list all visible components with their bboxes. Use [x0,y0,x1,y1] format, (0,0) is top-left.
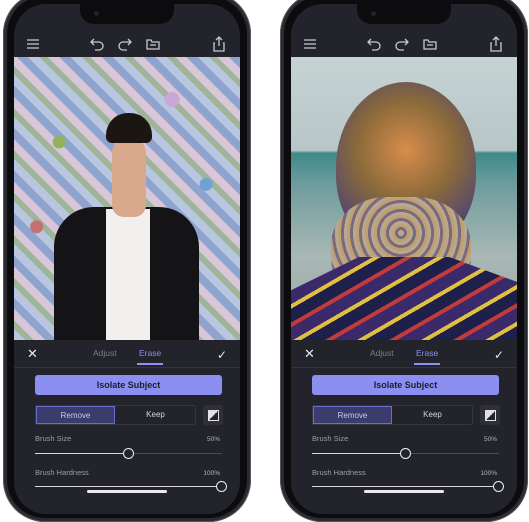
brush-hardness-slider[interactable] [312,481,504,492]
share-icon[interactable] [211,36,227,52]
phone-notch [80,4,174,24]
keep-button[interactable]: Keep [393,406,472,424]
undo-icon[interactable] [366,36,382,52]
brush-size-value: 50% [206,436,220,443]
tab-erase[interactable]: Erase [413,348,441,365]
brush-size-slider[interactable] [312,448,499,459]
menu-icon[interactable] [25,36,41,52]
brush-size-label: Brush Size [35,434,72,443]
redo-icon[interactable] [394,36,410,52]
brush-size-value: 50% [483,436,497,443]
check-icon[interactable]: ✓ [217,348,227,362]
slider-fill [312,486,499,487]
brush-hardness-value: 100% [203,470,220,477]
brush-hardness-label: Brush Hardness [35,468,89,477]
slider-fill [312,453,406,454]
close-icon[interactable]: ✕ [304,347,315,360]
editor-tabs: ✕ Adjust Erase ✓ [291,340,517,368]
home-indicator [364,490,444,493]
photo-canvas[interactable] [291,57,517,340]
undo-icon[interactable] [89,36,105,52]
remove-button[interactable]: Remove [313,406,392,424]
home-indicator [87,490,167,493]
share-icon[interactable] [488,36,504,52]
camera-icon [371,11,376,16]
slider-knob[interactable] [399,448,411,459]
brush-size-label: Brush Size [312,434,349,443]
top-toolbar [291,34,517,56]
erase-mode-toggle: Remove Keep [312,405,473,425]
slider-knob[interactable] [493,481,504,492]
brush-hardness-value: 100% [480,470,497,477]
tab-erase[interactable]: Erase [136,348,164,365]
mask-toggle-button[interactable] [203,405,223,425]
brush-hardness-label: Brush Hardness [312,468,366,477]
tab-adjust[interactable]: Adjust [93,348,117,358]
phone-mockup: ✕ Adjust Erase ✓ Isolate Subject Remove … [280,0,528,522]
top-toolbar [14,34,240,56]
isolate-subject-button[interactable]: Isolate Subject [312,375,499,395]
close-icon[interactable]: ✕ [27,347,38,360]
mask-icon [485,410,496,421]
isolate-subject-button[interactable]: Isolate Subject [35,375,222,395]
app-screen: ✕ Adjust Erase ✓ Isolate Subject Remove … [291,4,517,514]
mask-toggle-button[interactable] [480,405,500,425]
slider-knob[interactable] [216,481,227,492]
folder-icon[interactable] [145,36,161,52]
photo-canvas[interactable] [14,57,240,340]
brush-hardness-slider[interactable] [35,481,227,492]
editor-tabs: ✕ Adjust Erase ✓ [14,340,240,368]
tab-adjust[interactable]: Adjust [370,348,394,358]
app-screen: ✕ Adjust Erase ✓ Isolate Subject Remove … [14,4,240,514]
slider-fill [35,486,222,487]
folder-icon[interactable] [422,36,438,52]
redo-icon[interactable] [117,36,133,52]
phone-mockup: ✕ Adjust Erase ✓ Isolate Subject Remove … [3,0,251,522]
slider-knob[interactable] [122,448,134,459]
remove-button[interactable]: Remove [36,406,115,424]
check-icon[interactable]: ✓ [494,348,504,362]
camera-icon [94,11,99,16]
brush-size-slider[interactable] [35,448,222,459]
slider-fill [35,453,129,454]
phone-notch [357,4,451,24]
keep-button[interactable]: Keep [116,406,195,424]
mask-icon [208,410,219,421]
menu-icon[interactable] [302,36,318,52]
erase-mode-toggle: Remove Keep [35,405,196,425]
